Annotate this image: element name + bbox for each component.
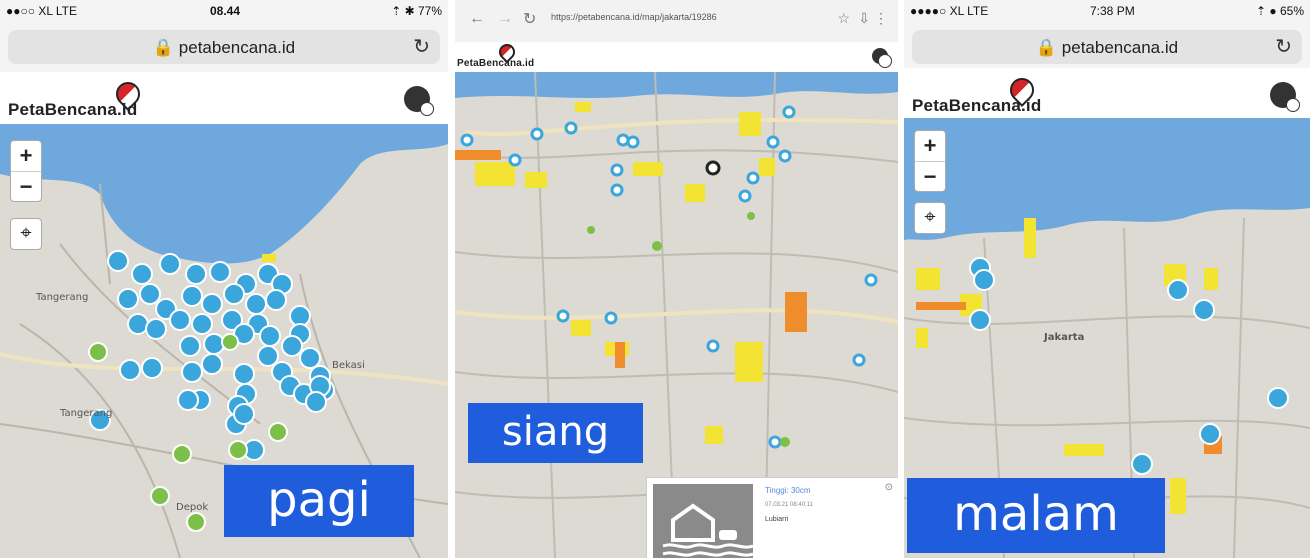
status-time: 08.44 [210,4,241,18]
status-carrier: ●●○○ XL LTE [6,4,78,18]
url-bar: 🔒 petabencana.id ↻ [0,22,448,72]
url-text: petabencana.id [178,38,296,57]
report-button-icon[interactable] [872,48,892,68]
panel-siang: ← → ↻ https://petabencana.id/map/jakarta… [455,0,898,558]
reload-icon[interactable]: ↻ [523,9,536,29]
download-icon[interactable]: ⇩ [858,10,870,27]
brand-logo: PetaBencana.id [457,58,535,69]
lock-icon: 🔒 [152,38,179,57]
report-button-icon[interactable] [404,86,434,116]
url-bar: 🔒 petabencana.id ↻ [904,22,1310,72]
star-icon[interactable]: ☆ [837,10,850,27]
caption-malam: malam [907,478,1165,553]
reload-icon[interactable]: ↻ [1275,34,1292,59]
status-battery: ⇡ ✱ 77% [391,4,442,18]
report-popup[interactable]: Tinggi: 30cm 07.03.21 08:40:11 Lubiarri … [646,477,898,558]
forward-icon[interactable]: → [497,10,513,28]
lock-icon: 🔒 [1035,38,1062,57]
url-text: petabencana.id [1061,38,1179,57]
locate-icon[interactable]: ⌖ [10,218,42,250]
zoom-out-button[interactable]: − [11,172,41,202]
brand-logo: PetaBencana.id [8,100,138,119]
caption-pagi: pagi [224,465,414,537]
zoom-control: + − [10,140,42,202]
zoom-out-button[interactable]: − [915,162,945,192]
panel-malam: ●●●●○ XL LTE 7:38 PM ⇡ ● 65% 🔒 petabenca… [904,0,1310,558]
report-button-icon[interactable] [1270,82,1300,112]
popup-title: Tinggi: 30cm [765,486,811,495]
locate-icon[interactable]: ⌖ [914,202,946,234]
brand-logo: PetaBencana.id [912,96,1042,115]
reload-icon[interactable]: ↻ [413,34,430,59]
close-icon[interactable]: ⊙ [885,482,893,493]
panel-pagi: ●●○○ XL LTE 08.44 ⇡ ✱ 77% 🔒 petabencana.… [0,0,448,558]
browser-toolbar: ← → ↻ https://petabencana.id/map/jakarta… [455,0,898,42]
status-bar: ●●●●○ XL LTE 7:38 PM ⇡ ● 65% [904,0,1310,22]
status-carrier: ●●●●○ XL LTE [910,4,989,18]
back-icon[interactable]: ← [469,10,485,28]
map-label-depok: Depok [176,502,209,513]
map-label-bekasi: Bekasi [332,360,365,371]
popup-timestamp: 07.03.21 08:40:11 [765,502,813,508]
status-time: 7:38 PM [1090,4,1135,18]
zoom-in-button[interactable]: + [915,131,945,162]
address-field[interactable]: https://petabencana.id/map/jakarta/19286 [551,12,788,30]
zoom-control: + − [914,130,946,192]
map-label-tangerang-selatan: Tangerang [60,408,113,419]
status-bar: ●●○○ XL LTE 08.44 ⇡ ✱ 77% [0,0,448,22]
brand-bar: PetaBencana.id [455,40,898,72]
zoom-in-button[interactable]: + [11,141,41,172]
status-battery: ⇡ ● 65% [1256,4,1304,18]
popup-text: Lubiarri [765,516,789,523]
brand-bar: PetaBencana.id [0,72,448,124]
menu-icon[interactable]: ⋮ [874,10,888,27]
address-field[interactable]: 🔒 petabencana.id ↻ [912,30,1302,64]
flood-house-icon [653,484,754,558]
map-label-tangerang: Tangerang [36,292,89,303]
brand-bar: PetaBencana.id [904,68,1310,120]
map-label-jakarta: Jakarta [1044,332,1085,343]
caption-siang: siang [468,403,643,463]
address-field[interactable]: 🔒 petabencana.id ↻ [8,30,440,64]
